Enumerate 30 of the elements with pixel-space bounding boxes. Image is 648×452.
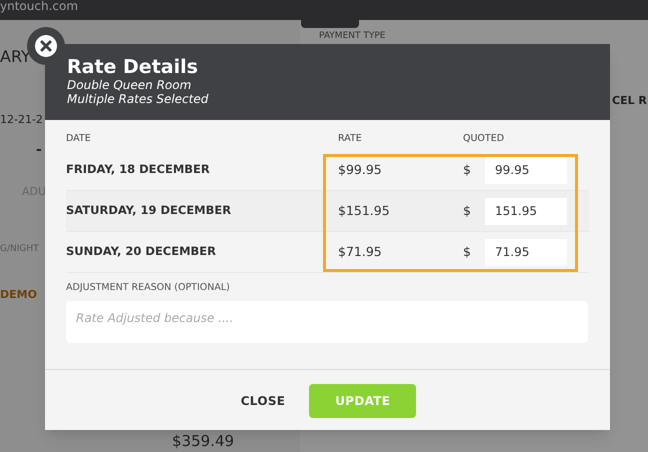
rate-cell-text: $151.95 [338,202,391,220]
subtitle-text: Multiple Rates Selected [67,92,210,106]
date-cell-text: SATURDAY, 19 DECEMBER [66,202,232,220]
rate-cell-text: $99.95 [338,160,383,179]
column-header: DATE [66,132,92,146]
heading-text: CEL R [612,94,647,108]
close-button[interactable]: CLOSE [238,392,288,410]
reason-field[interactable]: Rate Adjusted because .... [66,301,588,344]
currency-symbol: $ [463,242,472,261]
column-header: RATE [338,132,363,146]
heading-text: ARY [0,48,31,66]
modal-title: Rate Details [67,56,199,78]
quoted-field[interactable]: 151.95 [485,198,567,224]
quoted-field[interactable]: 71.95 [485,238,567,266]
section-heading: DEMO [0,288,37,302]
rate-cell-text: $71.95 [338,242,383,261]
field-label: PAYMENT TYPE [319,31,386,42]
quoted-field[interactable]: 99.95 [485,156,567,184]
caret-text: - [36,141,42,160]
currency-symbol: $ [463,202,472,220]
column-header: QUOTED [463,132,506,146]
url-text: yntouch.com [0,0,78,15]
total-amount: $359.49 [172,433,234,450]
date-cell-text: SUNDAY, 20 DECEMBER [66,243,218,260]
date-cell-text: FRIDAY, 18 DECEMBER [66,161,211,178]
currency-symbol: $ [463,160,472,179]
column-label: G/NIGHT [0,243,39,256]
subtitle-text: Double Queen Room [67,78,192,92]
field-label: ADJUSTMENT REASON (OPTIONAL) [66,281,231,295]
date-text: 12-21-2 [0,112,43,128]
